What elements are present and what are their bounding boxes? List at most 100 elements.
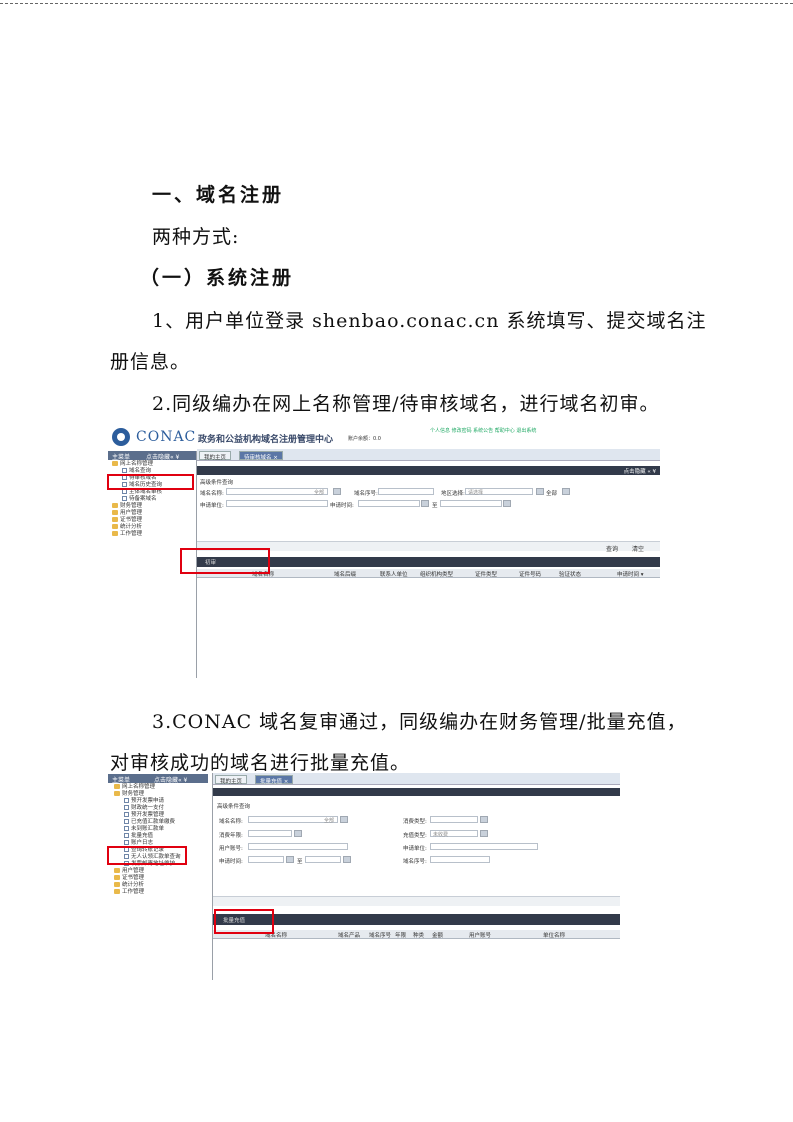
tab-home[interactable]: 我的主页 <box>199 451 232 461</box>
region-label: 地区选择: <box>441 491 465 497</box>
column-header[interactable]: 用户账号 <box>469 931 491 939</box>
panel-toggle-bar <box>213 788 620 796</box>
user-account-label: 用户账号: <box>219 846 243 852</box>
tree-item-label: 网上名称管理 <box>120 461 154 467</box>
tab-batch-charge[interactable]: 批量充值 × <box>255 775 294 785</box>
tree-item-label: 工作管理 <box>122 889 145 895</box>
tree-item[interactable]: 工作管理 <box>110 889 210 896</box>
sidebar-toggle[interactable]: 点击隐藏« ¥ <box>146 454 179 461</box>
charge-type-label: 充值类型: <box>403 833 427 839</box>
apply-time-end[interactable] <box>440 500 502 507</box>
calendar-start-icon[interactable] <box>421 500 429 507</box>
tree-item[interactable]: 批量充值 <box>110 833 210 840</box>
tree-item-label: 财务管理 <box>122 791 145 797</box>
page-icon <box>124 805 129 810</box>
column-header[interactable]: 组织机构类型 <box>420 570 453 578</box>
sidebar-title: 主菜单 <box>112 454 131 461</box>
calendar-end-icon[interactable] <box>503 500 511 507</box>
region-select[interactable]: 请选择 <box>465 488 533 496</box>
tree-item[interactable]: 预开发票申请 <box>110 798 210 805</box>
column-header[interactable]: 单位名称 <box>543 931 565 939</box>
column-header[interactable]: 证件号码 <box>519 570 541 578</box>
domain-select-button[interactable] <box>340 816 348 823</box>
grid-header: 域名名称 域名产品 域名序号 年限 种类 金额 用户账号 单位名称 <box>213 930 620 939</box>
page-icon <box>124 812 129 817</box>
tree-item[interactable]: 用户管理 <box>110 868 210 875</box>
column-header[interactable]: 证件类型 <box>475 570 497 578</box>
tree-item[interactable]: 财务管理 <box>110 791 210 798</box>
charge-type-button[interactable] <box>480 830 488 837</box>
tab-pending-domains[interactable]: 待审核域名 × <box>239 451 283 461</box>
region-all-button[interactable] <box>562 488 570 495</box>
tree-item-label: 预开发票管理 <box>131 812 165 818</box>
sidebar-tree: 网上名称管理 域名查询 待审核域名 域名历史查询 主体域名审核 待备案域名 财务管理 用户管理… <box>108 461 196 538</box>
tree-item[interactable]: 预开发票管理 <box>110 812 210 819</box>
clear-button[interactable]: 清空 <box>632 544 644 553</box>
applicant-label: 申请单位: <box>200 503 224 509</box>
tree-item-label: 用户管理 <box>120 510 143 516</box>
charge-type-select[interactable]: 未收费 <box>430 830 478 838</box>
domain-input[interactable]: 全部 <box>226 488 328 496</box>
tree-item[interactable]: 未到账汇款单 <box>110 826 210 833</box>
query-button[interactable]: 查询 <box>606 544 618 553</box>
subsection-heading: （一）系统注册 <box>140 267 295 289</box>
domain-select-button[interactable] <box>333 488 341 495</box>
tree-item-label: 已充值汇款单缴费 <box>131 819 176 825</box>
tree-item[interactable]: 证书管理 <box>110 875 210 882</box>
folder-icon <box>112 517 118 522</box>
calendar-start-icon[interactable] <box>286 856 294 863</box>
tree-item[interactable]: 待备案域名 <box>108 496 196 503</box>
column-header[interactable]: 域名后缀 <box>334 570 356 578</box>
intro-text: 两种方式: <box>152 226 240 248</box>
tree-item[interactable]: 财务管理 <box>108 503 196 510</box>
region-all-label: 全部 <box>546 491 558 497</box>
region-button[interactable] <box>536 488 544 495</box>
tree-item[interactable]: 工作管理 <box>108 531 196 538</box>
button-row <box>213 896 620 906</box>
consume-years-label: 消费年限: <box>219 833 243 839</box>
tree-item[interactable]: 用户管理 <box>108 510 196 517</box>
domain-input[interactable]: 全部 <box>248 816 338 824</box>
column-header[interactable]: 申请时间 ▾ <box>617 570 644 578</box>
apply-time-start[interactable] <box>358 500 420 507</box>
tree-item[interactable]: 财政统一支付 <box>110 805 210 812</box>
calendar-end-icon[interactable] <box>343 856 351 863</box>
column-header[interactable]: 种类 <box>413 931 424 939</box>
top-nav-links[interactable]: 个人信息 修改密码 系统公告 帮助中心 退出系统 <box>430 427 536 434</box>
domain-label: 域名名称: <box>219 819 243 825</box>
column-header[interactable]: 年限 <box>395 931 406 939</box>
tree-item[interactable]: 已充值汇款单缴费 <box>110 819 210 826</box>
sidebar-toggle[interactable]: 点击隐藏« ¥ <box>154 777 187 784</box>
tree-item[interactable]: 统计分析 <box>108 524 196 531</box>
column-header[interactable]: 金额 <box>432 931 443 939</box>
serial-input[interactable] <box>430 856 490 863</box>
consume-years-button[interactable] <box>294 830 302 837</box>
apply-time-end[interactable] <box>305 856 341 863</box>
tree-item-label: 财务管理 <box>120 503 143 509</box>
tree-item[interactable]: 网上名称管理 <box>108 461 196 468</box>
column-header[interactable]: 联系人单位 <box>380 570 408 578</box>
consume-type-button[interactable] <box>480 816 488 823</box>
query-title: 高级条件查询 <box>217 804 251 810</box>
column-header[interactable]: 域名序号 <box>369 931 391 939</box>
serial-input[interactable] <box>378 488 434 495</box>
to-label: 至 <box>297 859 303 865</box>
tree-item[interactable]: 主体域名审核 <box>108 489 196 496</box>
consume-type-select[interactable] <box>430 816 478 823</box>
page-icon <box>124 819 129 824</box>
tree-item[interactable]: 证书管理 <box>108 517 196 524</box>
apply-time-start[interactable] <box>248 856 284 863</box>
logo-text: CONAC <box>136 429 197 445</box>
column-header[interactable]: 域名产品 <box>338 931 360 939</box>
consume-years-select[interactable] <box>248 830 292 837</box>
column-header[interactable]: 验证状态 <box>559 570 581 578</box>
tab-home[interactable]: 我的主页 <box>215 775 248 785</box>
step1-line1: 1、用户单位登录 shenbao.conac.cn 系统填写、提交域名注 <box>152 310 707 332</box>
step3-line2: 对审核成功的域名进行批量充值。 <box>110 752 411 774</box>
panel-toggle[interactable]: 点击隐藏 « ¥ <box>624 469 656 475</box>
tree-item[interactable]: 统计分析 <box>110 882 210 889</box>
user-account-input[interactable] <box>248 843 348 850</box>
applicant-input[interactable] <box>430 843 538 850</box>
applicant-input[interactable] <box>226 500 328 507</box>
tree-item[interactable]: 网上名称管理 <box>110 784 210 791</box>
